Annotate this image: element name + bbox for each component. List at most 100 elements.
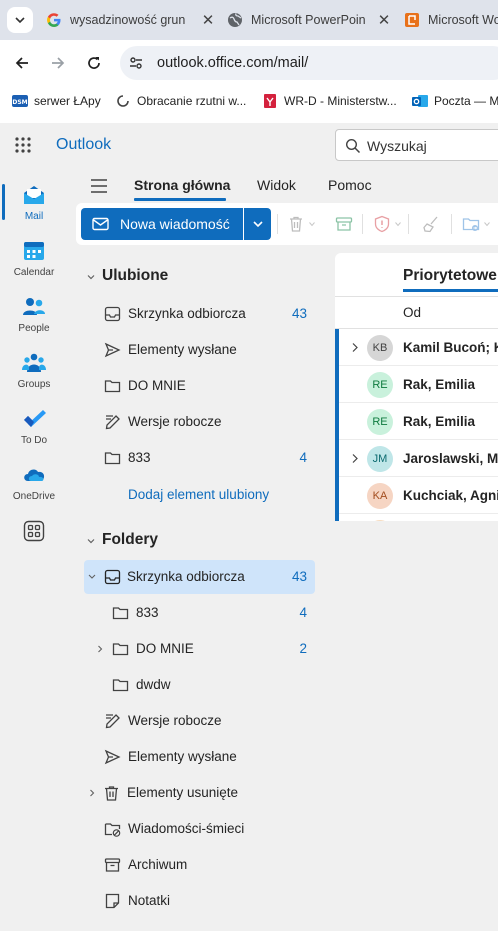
chevron-right-icon[interactable]: [351, 342, 359, 353]
favorites-section-header[interactable]: Ulubione: [68, 261, 330, 293]
onedrive-icon: [24, 469, 45, 481]
message-row[interactable]: RE Rak, Emilia: [335, 403, 498, 440]
divider: [451, 214, 452, 234]
message-row[interactable]: JM Jaroslawski, Mi: [335, 440, 498, 477]
chevron-down-icon[interactable]: [88, 572, 96, 582]
site-settings-icon[interactable]: [128, 55, 144, 71]
chevron-right-icon[interactable]: [351, 453, 359, 464]
rail-item-groups[interactable]: Groups: [0, 343, 68, 399]
browser-tab-2[interactable]: Microsoft PowerPoin ✕: [227, 4, 392, 36]
delete-icon[interactable]: [287, 215, 305, 233]
folder-item-sent[interactable]: Elementy wysłane: [84, 740, 315, 774]
unread-count: 2: [299, 641, 307, 656]
message-list: Priorytetowe Od KB Kamil Bucoń; K RE Rak…: [335, 253, 498, 521]
emblem-icon: [262, 93, 278, 109]
message-row[interactable]: KA Kuchciak, Agni: [335, 477, 498, 514]
column-from[interactable]: Od: [403, 305, 421, 320]
favorite-item-do-mnie[interactable]: DO MNIE: [84, 369, 315, 403]
bookmark-label: Poczta — M: [434, 94, 498, 108]
close-tab-icon[interactable]: ✕: [200, 11, 216, 29]
message-row[interactable]: RE Rak, Emilia: [335, 366, 498, 403]
folder-item-833[interactable]: 833 4: [84, 596, 315, 630]
tab-home[interactable]: Strona główna: [134, 177, 230, 193]
new-message-dropdown[interactable]: [244, 208, 271, 240]
report-icon[interactable]: [373, 215, 391, 233]
folder-item-notes[interactable]: Notatki: [84, 884, 315, 918]
app-title[interactable]: Outlook: [56, 136, 111, 154]
browser-toolbar: outlook.office.com/mail/: [0, 40, 498, 86]
folder-item-junk[interactable]: Wiadomości-śmieci: [84, 812, 315, 846]
favorite-item-inbox[interactable]: Skrzynka odbiorcza 43: [84, 297, 315, 331]
folder-item-archive[interactable]: Archiwum: [84, 848, 315, 882]
chevron-right-icon[interactable]: [88, 788, 96, 798]
chevron-right-icon[interactable]: [96, 644, 104, 654]
draft-icon: [105, 714, 120, 729]
sender-name: Kuchciak, Agni: [403, 488, 498, 503]
archive-icon[interactable]: [335, 215, 353, 233]
active-tab-indicator: [403, 289, 498, 292]
sweep-icon[interactable]: [422, 215, 440, 233]
browser-tab-3[interactable]: Microsoft Wo: [404, 4, 498, 36]
rail-label: OneDrive: [12, 491, 56, 502]
chevron-down-icon[interactable]: [484, 221, 490, 227]
unread-indicator: [335, 329, 339, 366]
forward-button[interactable]: [46, 51, 70, 75]
rail-label: Mail: [24, 211, 44, 222]
rail-label: People: [18, 323, 50, 334]
favorite-item-drafts[interactable]: Wersje robocze: [84, 405, 315, 439]
trash-icon: [105, 786, 118, 801]
folder-item-do-mnie[interactable]: DO MNIE 2: [84, 632, 315, 666]
favorite-item-sent[interactable]: Elementy wysłane: [84, 333, 315, 367]
rail-item-more-apps[interactable]: [0, 511, 68, 567]
rail-item-todo[interactable]: To Do: [0, 399, 68, 455]
back-button[interactable]: [10, 51, 34, 75]
message-row[interactable]: KB Kamil Bucoń; K: [335, 329, 498, 366]
bookmark-item[interactable]: Poczta — M: [412, 92, 498, 110]
reload-icon: [88, 57, 100, 69]
tab-focused[interactable]: Priorytetowe: [403, 267, 497, 285]
search-input[interactable]: Wyszukaj: [335, 129, 498, 161]
folder-icon: [112, 643, 129, 656]
calendar-icon: [24, 242, 44, 260]
folders-section-header[interactable]: Foldery: [68, 525, 330, 557]
app-launcher-icon[interactable]: [14, 136, 32, 154]
chevron-down-icon[interactable]: [309, 221, 315, 227]
rail-item-calendar[interactable]: Calendar: [0, 231, 68, 287]
bookmark-item[interactable]: WR-D - Ministerstw...: [262, 92, 397, 110]
url-text: outlook.office.com/mail/: [157, 55, 309, 71]
tab-search-button[interactable]: [7, 7, 33, 33]
new-message-button[interactable]: Nowa wiadomość: [81, 208, 243, 240]
avatar: KB: [367, 335, 393, 361]
close-tab-icon[interactable]: ✕: [376, 11, 392, 29]
folder-item-drafts[interactable]: Wersje robocze: [84, 704, 315, 738]
rail-label: To Do: [20, 435, 48, 446]
tab-help[interactable]: Pomoc: [328, 177, 372, 193]
tab-view[interactable]: Widok: [257, 177, 296, 193]
sender-name: Rak, Emilia: [403, 377, 476, 392]
folder-item-deleted[interactable]: Elementy usunięte: [84, 776, 315, 810]
add-favorite-link[interactable]: Dodaj element ulubiony: [128, 487, 269, 502]
bookmarks-bar: DSM serwer ŁApy Obracanie rzutni w... WR…: [0, 86, 498, 116]
unread-indicator: [335, 403, 339, 440]
hamburger-menu-icon[interactable]: [90, 179, 108, 193]
folder-pane: Ulubione Skrzynka odbiorcza 43 Elementy …: [68, 247, 330, 931]
bookmark-item[interactable]: DSM serwer ŁApy: [12, 92, 101, 110]
rail-item-people[interactable]: People: [0, 287, 68, 343]
reload-button[interactable]: [82, 51, 106, 75]
divider: [277, 214, 278, 234]
folder-label: Elementy wysłane: [128, 342, 237, 357]
message-row[interactable]: [335, 514, 498, 521]
bookmark-item[interactable]: Obracanie rzutni w...: [115, 92, 246, 110]
address-bar[interactable]: outlook.office.com/mail/: [120, 46, 498, 80]
folder-label: Skrzynka odbiorcza: [127, 569, 245, 584]
tab-title: Microsoft PowerPoin: [251, 13, 366, 27]
move-icon[interactable]: [462, 215, 480, 233]
rail-item-mail[interactable]: Mail: [0, 175, 68, 231]
chevron-down-icon[interactable]: [395, 221, 401, 227]
folder-item-inbox[interactable]: Skrzynka odbiorcza 43: [84, 560, 315, 594]
rail-item-onedrive[interactable]: OneDrive: [0, 455, 68, 511]
folder-item-dwdw[interactable]: dwdw: [84, 668, 315, 702]
browser-tab-1[interactable]: wysadzinowość grun ✕: [46, 4, 216, 36]
folder-icon: [104, 452, 121, 465]
favorite-item-833[interactable]: 833 4: [84, 441, 315, 475]
